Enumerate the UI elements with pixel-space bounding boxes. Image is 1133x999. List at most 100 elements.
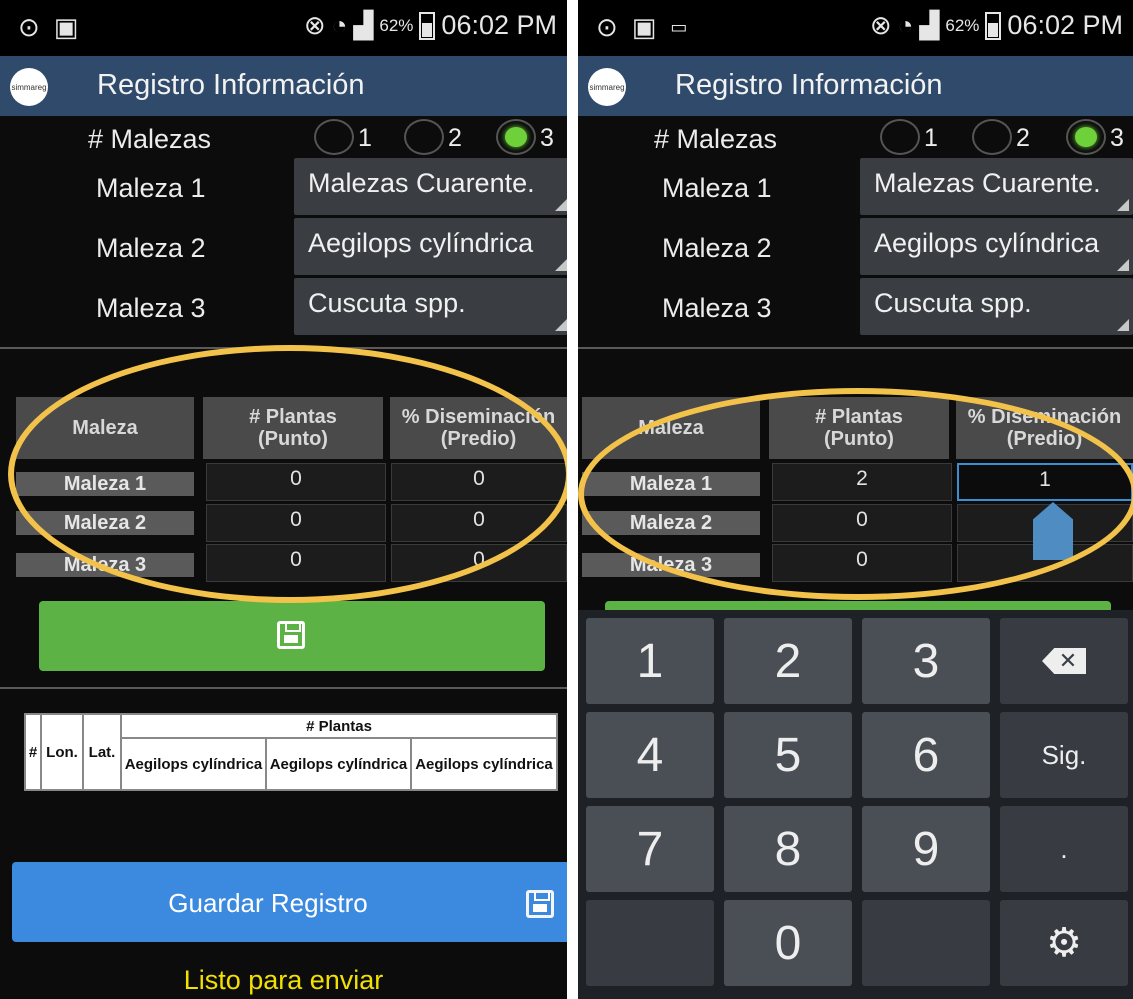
diseminacion-2-input[interactable]: 0 bbox=[391, 504, 567, 542]
summary-hash-header: # bbox=[25, 714, 41, 790]
app-logo[interactable]: simmareg bbox=[588, 68, 626, 106]
battery-percent: 62% bbox=[379, 15, 414, 35]
save-icon bbox=[277, 621, 305, 649]
app-logo[interactable]: simmareg bbox=[10, 68, 48, 106]
key-8[interactable]: 8 bbox=[724, 806, 852, 892]
image-icon: ▣ bbox=[53, 12, 79, 42]
divider bbox=[0, 347, 567, 349]
diseminacion-1-input[interactable]: 1 bbox=[957, 463, 1133, 501]
blank-key-right[interactable] bbox=[862, 900, 990, 986]
diseminacion-1-input[interactable]: 0 bbox=[391, 463, 567, 501]
blank-key-left[interactable] bbox=[586, 900, 714, 986]
plantas-1-input[interactable]: 2 bbox=[772, 463, 952, 501]
phone-screen-right: ⊙ ▣ ▭ ⊗ ◔ ▟ 62% 06:02 PM simmareg Registro… bbox=[578, 0, 1133, 999]
diseminacion-3-input[interactable]: 0 bbox=[391, 544, 567, 582]
malezas-count-label: # Malezas bbox=[654, 124, 778, 154]
action-bar: simmareg Registro Información bbox=[0, 56, 567, 116]
header-maleza: Maleza bbox=[16, 397, 194, 459]
numeric-keyboard: 1 2 3 ✕ 4 5 6 Sig. 7 8 9 . 0 ⚙ bbox=[578, 610, 1133, 999]
radio-malezas-1[interactable] bbox=[314, 119, 354, 155]
header-maleza: Maleza bbox=[582, 397, 760, 459]
radio-malezas-1[interactable] bbox=[880, 119, 920, 155]
summary-col-2: Aegilops cylíndrica bbox=[266, 738, 411, 790]
guardar-registro-button[interactable]: Guardar Registro bbox=[12, 862, 567, 942]
header-diseminacion: % Diseminación (Predio) bbox=[956, 397, 1133, 459]
divider bbox=[0, 687, 567, 689]
maleza-1-spinner[interactable]: Malezas Cuarente. bbox=[294, 158, 567, 215]
malezas-count-label: # Malezas bbox=[88, 124, 212, 154]
maleza-3-spinner[interactable]: Cuscuta spp. bbox=[860, 278, 1133, 335]
maleza-2-spinner[interactable]: Aegilops cylíndrica bbox=[294, 218, 567, 275]
plantas-1-input[interactable]: 0 bbox=[206, 463, 386, 501]
header-diseminacion: % Diseminación (Predio) bbox=[390, 397, 567, 459]
row-maleza-1: Maleza 1 bbox=[582, 472, 760, 496]
settings-key[interactable]: ⚙ bbox=[1000, 900, 1128, 986]
next-key[interactable]: Sig. bbox=[1000, 712, 1128, 798]
image-icon: ▣ bbox=[631, 12, 657, 42]
summary-plantas-header: # Plantas bbox=[121, 714, 557, 738]
backspace-key[interactable]: ✕ bbox=[1000, 618, 1128, 704]
key-1[interactable]: 1 bbox=[586, 618, 714, 704]
maleza-2-label: Maleza 2 bbox=[662, 233, 772, 263]
phone-screen-left: ⊙ ▣ ⊗ ◔ ▟ 62% 06:02 PM simmareg Registro … bbox=[0, 0, 567, 999]
gps-icon: ⊙ bbox=[18, 12, 40, 42]
page-title: Registro Información bbox=[675, 69, 943, 101]
key-7[interactable]: 7 bbox=[586, 806, 714, 892]
radio-malezas-2[interactable] bbox=[972, 119, 1012, 155]
summary-col-1: Aegilops cylíndrica bbox=[121, 738, 266, 790]
clock: 06:02 PM bbox=[1007, 10, 1123, 40]
maleza-3-spinner[interactable]: Cuscuta spp. bbox=[294, 278, 567, 335]
wifi-icon: ◔ bbox=[331, 10, 348, 40]
row-maleza-2: Maleza 2 bbox=[16, 511, 194, 535]
key-4[interactable]: 4 bbox=[586, 712, 714, 798]
radio-label-2: 2 bbox=[448, 124, 462, 152]
battery-icon bbox=[419, 11, 436, 40]
row-maleza-3: Maleza 3 bbox=[582, 553, 760, 577]
row-maleza-2: Maleza 2 bbox=[582, 511, 760, 535]
radio-malezas-3[interactable] bbox=[496, 119, 536, 155]
action-bar: simmareg Registro Información bbox=[578, 56, 1133, 116]
radio-label-1: 1 bbox=[358, 124, 372, 152]
nfc-icon: ⊗ bbox=[869, 10, 892, 40]
key-5[interactable]: 5 bbox=[724, 712, 852, 798]
period-key[interactable]: . bbox=[1000, 806, 1128, 892]
plantas-3-input[interactable]: 0 bbox=[206, 544, 386, 582]
gps-icon: ⊙ bbox=[596, 12, 618, 42]
guardar-registro-label: Guardar Registro bbox=[168, 888, 368, 918]
gear-icon: ⚙ bbox=[1046, 921, 1082, 965]
maleza-3-label: Maleza 3 bbox=[662, 293, 772, 323]
plantas-3-input[interactable]: 0 bbox=[772, 544, 952, 582]
save-weeds-button[interactable] bbox=[39, 601, 545, 671]
nfc-icon: ⊗ bbox=[303, 10, 326, 40]
key-3[interactable]: 3 bbox=[862, 618, 990, 704]
row-maleza-3: Maleza 3 bbox=[16, 553, 194, 577]
radio-malezas-2[interactable] bbox=[404, 119, 444, 155]
header-plantas: # Plantas (Punto) bbox=[203, 397, 383, 459]
summary-lon-header: Lon. bbox=[41, 714, 83, 790]
battery-icon bbox=[985, 11, 1002, 40]
key-2[interactable]: 2 bbox=[724, 618, 852, 704]
plantas-2-input[interactable]: 0 bbox=[206, 504, 386, 542]
keyboard-icon: ▭ bbox=[670, 17, 688, 37]
key-0[interactable]: 0 bbox=[724, 900, 852, 986]
radio-malezas-3[interactable] bbox=[1066, 119, 1106, 155]
save-icon bbox=[526, 890, 554, 918]
signal-icon: ▟ bbox=[919, 10, 940, 40]
summary-lat-header: Lat. bbox=[83, 714, 121, 790]
summary-col-3: Aegilops cylíndrica bbox=[411, 738, 557, 790]
battery-percent: 62% bbox=[945, 15, 980, 35]
radio-label-3: 3 bbox=[540, 124, 554, 152]
divider bbox=[578, 347, 1133, 349]
key-6[interactable]: 6 bbox=[862, 712, 990, 798]
summary-table: # Lon. Lat. # Plantas Aegilops cylíndric… bbox=[24, 713, 558, 791]
radio-label-2: 2 bbox=[1016, 124, 1030, 152]
maleza-1-spinner[interactable]: Malezas Cuarente. bbox=[860, 158, 1133, 215]
plantas-2-input[interactable]: 0 bbox=[772, 504, 952, 542]
row-maleza-1: Maleza 1 bbox=[16, 472, 194, 496]
maleza-2-spinner[interactable]: Aegilops cylíndrica bbox=[860, 218, 1133, 275]
radio-label-1: 1 bbox=[924, 124, 938, 152]
maleza-1-label: Maleza 1 bbox=[96, 173, 206, 203]
header-plantas: # Plantas (Punto) bbox=[769, 397, 949, 459]
maleza-3-label: Maleza 3 bbox=[96, 293, 206, 323]
key-9[interactable]: 9 bbox=[862, 806, 990, 892]
